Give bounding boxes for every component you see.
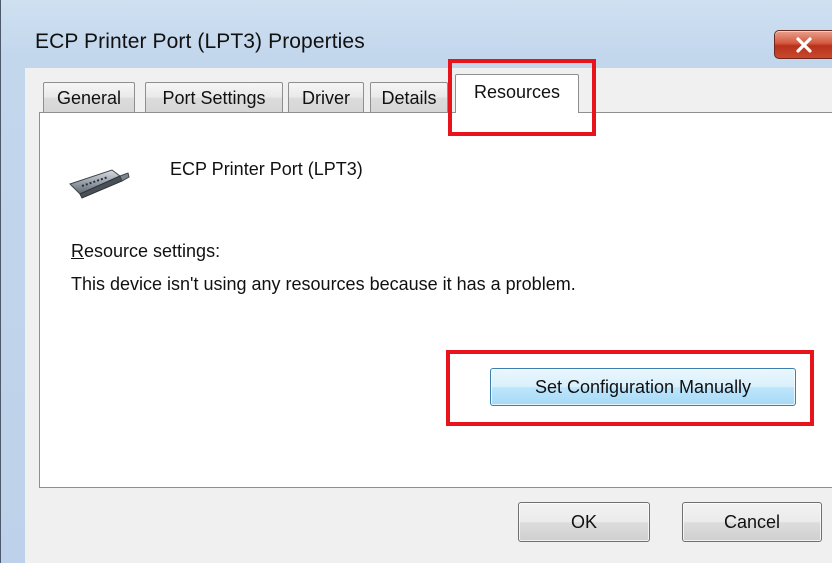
- tab-resources[interactable]: Resources: [455, 74, 579, 113]
- tab-port-settings[interactable]: Port Settings: [145, 82, 283, 112]
- dialog-client-area: General Port Settings Driver Details Res…: [25, 68, 832, 563]
- resource-status-message: This device isn't using any resources be…: [71, 274, 576, 294]
- device-name: ECP Printer Port (LPT3): [170, 159, 363, 179]
- cancel-button[interactable]: Cancel: [682, 502, 822, 542]
- resources-tab-panel: ECP Printer Port (LPT3) Resource setting…: [39, 112, 832, 488]
- set-configuration-manually-button[interactable]: Set Configuration Manually: [490, 368, 796, 406]
- properties-window: ECP Printer Port (LPT3) Properties Gener…: [0, 0, 832, 563]
- window-title: ECP Printer Port (LPT3) Properties: [35, 30, 365, 53]
- parallel-port-icon: [68, 164, 130, 207]
- close-button[interactable]: [774, 30, 832, 59]
- tab-details[interactable]: Details: [370, 82, 448, 112]
- resource-settings-label-text: esource settings:: [84, 241, 221, 261]
- tab-driver[interactable]: Driver: [288, 82, 364, 112]
- ok-button[interactable]: OK: [518, 502, 650, 542]
- title-bar[interactable]: ECP Printer Port (LPT3) Properties: [1, 0, 832, 70]
- resource-settings-label: Resource settings:: [71, 241, 220, 262]
- close-x-icon: [796, 37, 812, 53]
- resource-settings-mnemonic: R: [71, 241, 84, 261]
- tab-general[interactable]: General: [43, 82, 135, 112]
